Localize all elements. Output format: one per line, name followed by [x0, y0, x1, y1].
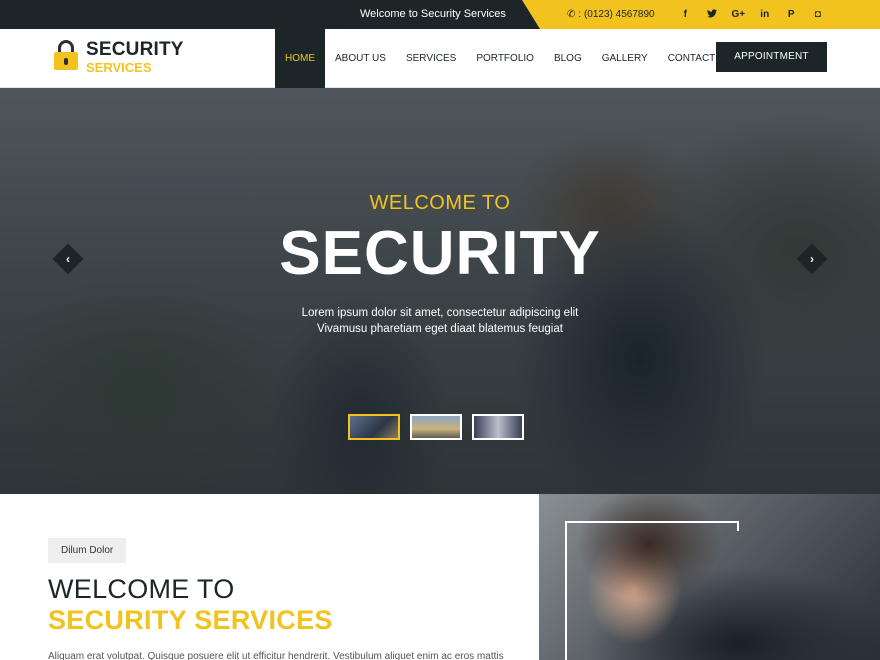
chevron-right-icon: ›: [810, 252, 814, 266]
google-plus-icon[interactable]: G+: [725, 9, 752, 20]
phone-text: : (0123) 4567890: [578, 9, 655, 20]
twitter-icon[interactable]: [699, 8, 726, 21]
hero-title-small: WELCOME TO: [369, 192, 511, 214]
section-tag: Dilum Dolor: [48, 538, 127, 563]
top-bar: Welcome to Security Services ✆: (0123) 4…: [0, 0, 880, 29]
linkedin-icon[interactable]: in: [752, 9, 779, 20]
nav-item-blog[interactable]: BLOG: [544, 29, 592, 88]
about-image: [539, 494, 880, 660]
nav-item-gallery[interactable]: GALLERY: [592, 29, 658, 88]
facebook-icon[interactable]: f: [672, 9, 699, 20]
about-paragraph: Aliquam erat volutpat. Quisque posuere e…: [48, 651, 504, 660]
instagram-icon[interactable]: ◘: [805, 9, 832, 20]
hero-subtitle: Lorem ipsum dolor sit amet, consectetur …: [301, 307, 579, 335]
slider-thumbnail-3[interactable]: [472, 414, 524, 440]
about-section: Dilum Dolor WELCOME TO SECURITY SERVICES…: [0, 494, 539, 660]
phone-number[interactable]: ✆: (0123) 4567890: [567, 0, 655, 29]
site-logo[interactable]: SECURITY SERVICES: [54, 38, 184, 78]
slider-prev-button[interactable]: ‹: [52, 243, 84, 275]
slider-thumbnail-1[interactable]: [348, 414, 400, 440]
top-bar-accent-slant: [522, 0, 540, 29]
slider-thumbnails: [348, 414, 524, 440]
social-links: f G+ in P ◘: [672, 0, 831, 29]
appointment-button[interactable]: APPOINTMENT: [716, 42, 827, 72]
about-heading-line-2: SECURITY SERVICES: [48, 605, 333, 635]
phone-icon: ✆: [567, 9, 576, 20]
nav-item-portfolio[interactable]: PORTFOLIO: [466, 29, 544, 88]
nav-item-services[interactable]: SERVICES: [396, 29, 466, 88]
welcome-text: Welcome to Security Services: [360, 8, 506, 20]
site-header: SECURITY SERVICES HOME ABOUT US SERVICES…: [0, 29, 880, 88]
slider-next-button[interactable]: ›: [796, 243, 828, 275]
logo-line-1: SECURITY: [86, 39, 184, 60]
nav-item-home[interactable]: HOME: [275, 29, 325, 88]
chevron-left-icon: ‹: [66, 252, 70, 266]
logo-line-2: SERVICES: [86, 60, 152, 75]
about-heading-line-1: WELCOME TO: [48, 574, 235, 604]
image-frame-border: [565, 521, 739, 660]
hero-slider: WELCOME TO SECURITY Lorem ipsum dolor si…: [0, 88, 880, 494]
pinterest-icon[interactable]: P: [778, 9, 805, 20]
slider-thumbnail-2[interactable]: [410, 414, 462, 440]
nav-item-about-us[interactable]: ABOUT US: [325, 29, 396, 88]
main-nav: HOME ABOUT US SERVICES PORTFOLIO BLOG GA…: [275, 29, 742, 88]
image-frame-corner: [737, 521, 739, 531]
lock-icon: [54, 40, 78, 72]
hero-title-large: SECURITY: [279, 219, 601, 288]
